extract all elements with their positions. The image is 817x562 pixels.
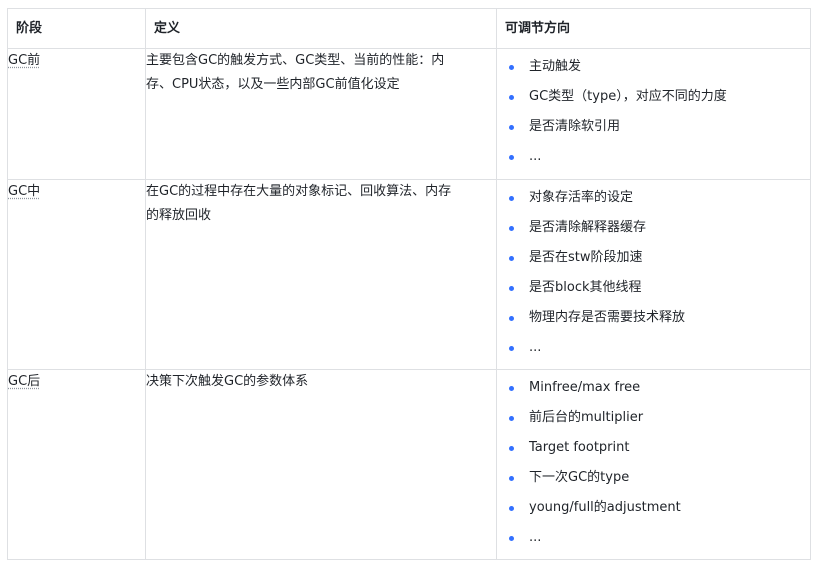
list-item-text: ... [529,340,542,355]
bullet-icon [509,196,514,201]
list-item-text: ... [529,530,542,545]
bullet-icon [509,416,514,421]
bullet-icon [509,536,514,541]
bullet-icon [509,155,514,160]
list-item: 是否block其他线程 [505,276,810,306]
bullet-icon [509,316,514,321]
list-item: 物理内存是否需要技术释放 [505,306,810,336]
stage-cell: GC后 [7,369,146,560]
list-item-text: 是否清除软引用 [529,119,621,134]
list-item-text: 是否在stw阶段加速 [529,250,643,265]
table-row: GC中 在GC的过程中存在大量的对象标记、回收算法、内存 的释放回收 对象存活率… [7,179,811,370]
bullet-icon [509,226,514,231]
bullet-icon [509,346,514,351]
gc-tuning-table: 阶段 定义 可调节方向 GC前 主要包含GC的触发方式、GC类型、当前的性能：内… [7,8,811,560]
list-item-text: Minfree/max free [529,380,641,395]
stage-label: GC前 [8,53,41,68]
table-header-row: 阶段 定义 可调节方向 [7,8,811,49]
bullet-icon [509,65,514,70]
directions-cell: 主动触发 GC类型（type），对应不同的力度 是否清除软引用 ... [496,48,811,180]
list-item: GC类型（type），对应不同的力度 [505,85,810,115]
definition-line: 在GC的过程中存在大量的对象标记、回收算法、内存 [146,184,452,199]
bullet-icon [509,125,514,130]
directions-list: Minfree/max free 前后台的multiplier Target f… [497,370,810,556]
list-item: 是否在stw阶段加速 [505,246,810,276]
list-item: 前后台的multiplier [505,406,810,436]
directions-list: 对象存活率的设定 是否清除解释器缓存 是否在stw阶段加速 是否block其他线… [497,180,810,366]
list-item-text: 对象存活率的设定 [529,190,634,205]
directions-list: 主动触发 GC类型（type），对应不同的力度 是否清除软引用 ... [497,49,810,175]
definition-line: 的释放回收 [146,208,212,223]
gc-table-container: 阶段 定义 可调节方向 GC前 主要包含GC的触发方式、GC类型、当前的性能：内… [7,8,811,560]
bullet-icon [509,95,514,100]
list-item: 下一次GC的type [505,466,810,496]
header-stage: 阶段 [7,8,146,49]
bullet-icon [509,476,514,481]
list-item-text: young/full的adjustment [529,500,681,515]
list-item: 是否清除解释器缓存 [505,216,810,246]
definition-line: 主要包含GC的触发方式、GC类型、当前的性能：内 [146,53,445,68]
definition-cell: 在GC的过程中存在大量的对象标记、回收算法、内存 的释放回收 [145,179,497,370]
header-tunable-directions: 可调节方向 [496,8,811,49]
definition-line: 决策下次触发GC的参数体系 [146,374,309,389]
list-item: 是否清除软引用 [505,115,810,145]
list-item-text: 主动触发 [529,59,582,74]
list-item: ... [505,526,810,556]
definition-cell: 决策下次触发GC的参数体系 [145,369,497,560]
directions-cell: Minfree/max free 前后台的multiplier Target f… [496,369,811,560]
list-item: ... [505,336,810,366]
list-item-text: 下一次GC的type [529,470,630,485]
table-row: GC后 决策下次触发GC的参数体系 Minfree/max free 前后台的m… [7,369,811,560]
list-item-text: 前后台的multiplier [529,410,644,425]
stage-label: GC中 [8,184,41,199]
definition-line: 存、CPU状态，以及一些内部GC前值化设定 [146,77,400,92]
list-item: Minfree/max free [505,376,810,406]
list-item: ... [505,145,810,175]
list-item-text: GC类型（type），对应不同的力度 [529,89,727,104]
definition-cell: 主要包含GC的触发方式、GC类型、当前的性能：内 存、CPU状态，以及一些内部G… [145,48,497,180]
stage-label: GC后 [8,374,41,389]
list-item: 对象存活率的设定 [505,186,810,216]
bullet-icon [509,256,514,261]
list-item-text: ... [529,149,542,164]
directions-cell: 对象存活率的设定 是否清除解释器缓存 是否在stw阶段加速 是否block其他线… [496,179,811,370]
table-row: GC前 主要包含GC的触发方式、GC类型、当前的性能：内 存、CPU状态，以及一… [7,48,811,180]
stage-cell: GC中 [7,179,146,370]
list-item-text: Target footprint [529,440,630,455]
list-item-text: 物理内存是否需要技术释放 [529,310,686,325]
bullet-icon [509,506,514,511]
bullet-icon [509,386,514,391]
list-item-text: 是否清除解释器缓存 [529,220,647,235]
list-item: 主动触发 [505,55,810,85]
header-definition: 定义 [145,8,497,49]
bullet-icon [509,446,514,451]
bullet-icon [509,286,514,291]
list-item-text: 是否block其他线程 [529,280,642,295]
list-item: young/full的adjustment [505,496,810,526]
stage-cell: GC前 [7,48,146,180]
list-item: Target footprint [505,436,810,466]
